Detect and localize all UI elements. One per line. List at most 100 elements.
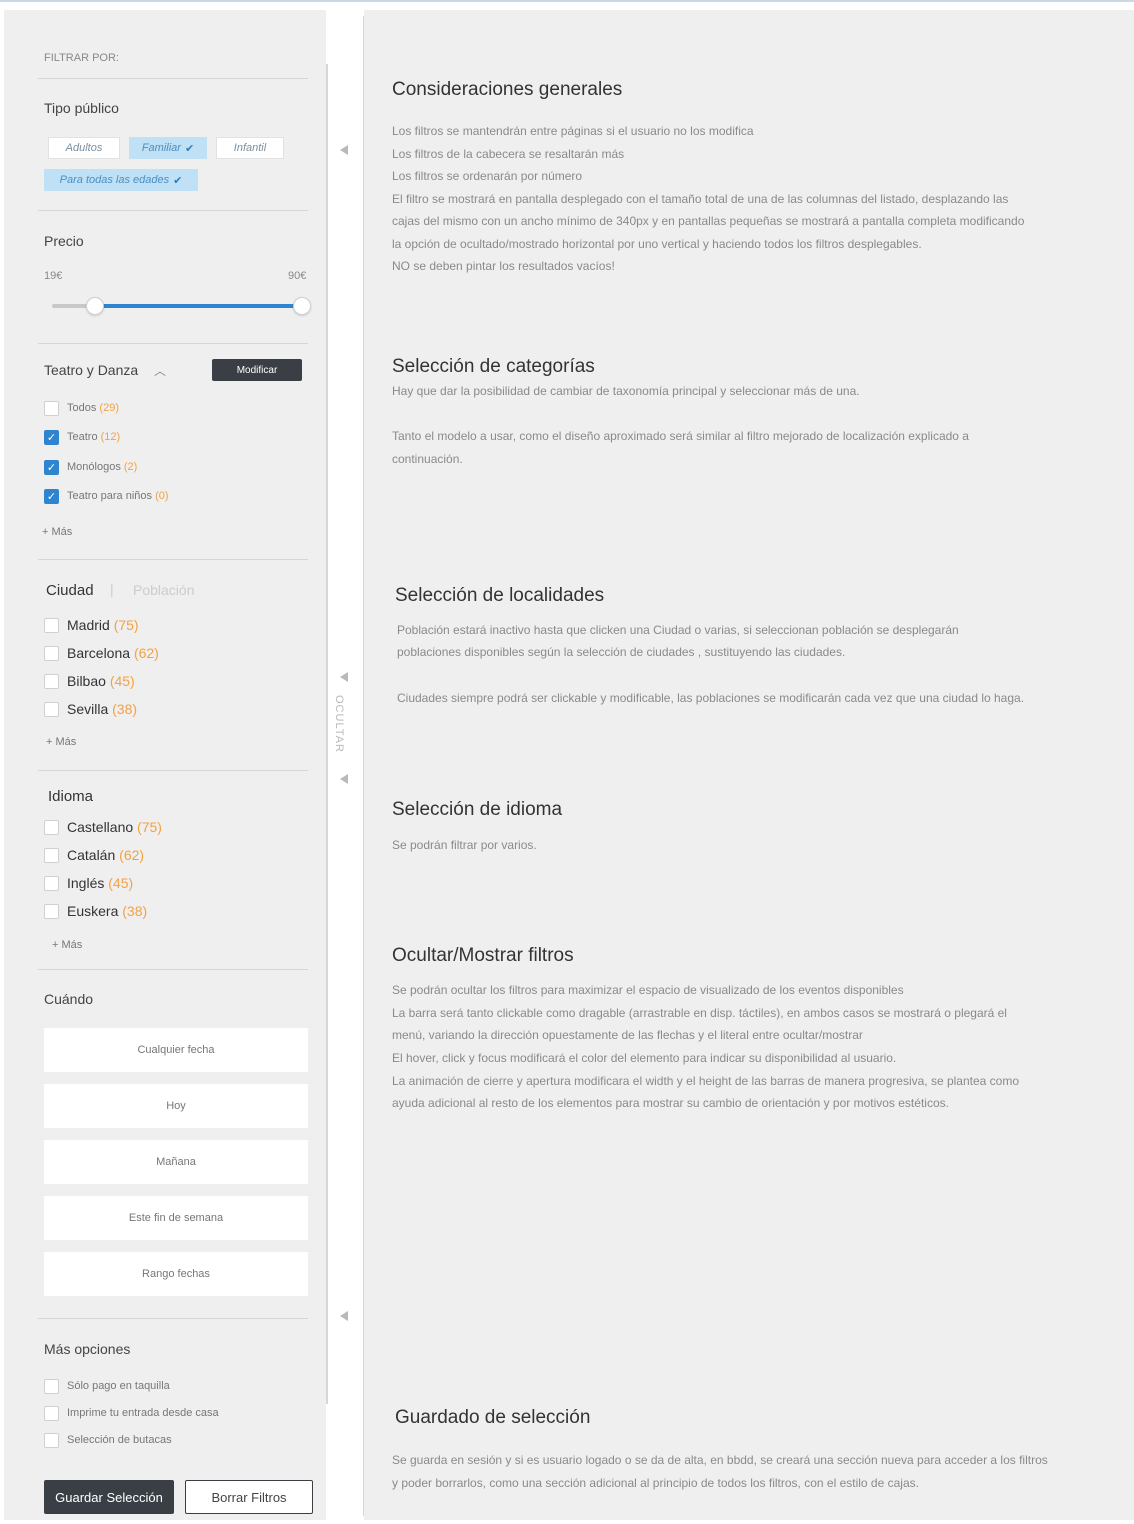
date-option-weekend[interactable]: Este fin de semana <box>44 1196 308 1240</box>
arrow-left-icon[interactable] <box>340 672 348 682</box>
clear-filters-button[interactable]: Borrar Filtros <box>185 1480 313 1514</box>
divider <box>38 770 308 771</box>
section-text: El filtro se mostrará en pantalla desple… <box>392 192 1009 206</box>
language-item-castellano: Castellano (75) <box>67 819 162 835</box>
category-title: Teatro y Danza <box>44 362 139 378</box>
arrow-left-icon[interactable] <box>340 1311 348 1321</box>
section-text: Se guarda en sesión y si es usuario loga… <box>392 1453 1048 1467</box>
section-text: y poder borrarlos, como una sección adic… <box>392 1476 919 1490</box>
section-text: Los filtros se mantendrán entre páginas … <box>392 124 754 138</box>
section-title: Selección de idioma <box>392 799 563 820</box>
tab-separator: | <box>110 581 114 597</box>
section-text: la opción de ocultado/mostrado horizonta… <box>392 237 922 251</box>
checkbox-sevilla[interactable] <box>44 702 59 717</box>
more-options-title: Más opciones <box>44 1341 131 1357</box>
category-item-monologos: Monólogos (2) <box>67 461 138 473</box>
checkbox-euskera[interactable] <box>44 904 59 919</box>
section-text: Población estará inactivo hasta que clic… <box>397 623 959 637</box>
tab-poblacion[interactable]: Población <box>133 582 195 598</box>
when-title: Cuándo <box>44 991 94 1007</box>
modify-category-button[interactable]: Modificar <box>212 359 302 381</box>
page: FILTRAR POR: Tipo público Adultos Famili… <box>0 0 1134 1524</box>
section-text: Ciudades siempre podrá ser clickable y m… <box>397 691 1025 705</box>
language-item-ingles: Inglés (45) <box>67 875 134 891</box>
chevron-up-icon[interactable]: ︿ <box>154 362 166 379</box>
date-option-today[interactable]: Hoy <box>44 1084 308 1128</box>
audience-title: Tipo público <box>44 100 119 116</box>
city-item-sevilla: Sevilla (38) <box>67 701 138 717</box>
checkbox-barcelona[interactable] <box>44 646 59 661</box>
price-max-label: 90€ <box>288 270 307 282</box>
section-text: La barra será tanto clickable como draga… <box>392 1006 1007 1020</box>
price-min-handle[interactable] <box>85 297 104 315</box>
arrow-left-icon[interactable] <box>340 774 348 784</box>
checkbox-madrid[interactable] <box>44 618 59 633</box>
checkbox-seleccion-butacas[interactable] <box>44 1433 59 1448</box>
checkbox-pago-taquilla[interactable] <box>44 1379 59 1394</box>
section-title: Selección de localidades <box>395 585 605 606</box>
divider <box>38 343 308 344</box>
checkbox-todos[interactable] <box>44 401 59 416</box>
section-text: Hay que dar la posibilidad de cambiar de… <box>392 384 860 398</box>
section-text: El hover, click y focus modificará el co… <box>392 1051 897 1065</box>
option-seleccion-butacas: Selección de butacas <box>67 1434 172 1446</box>
chip-familiar[interactable]: Familiar ✔ <box>129 137 207 159</box>
checkbox-teatro[interactable]: ✓ <box>44 430 59 445</box>
language-title: Idioma <box>48 788 94 805</box>
section-text: cajas del mismo con un ancho mínimo de 3… <box>392 214 1025 228</box>
save-selection-button[interactable]: Guardar Selección <box>44 1480 174 1514</box>
hide-bar[interactable] <box>326 64 328 1404</box>
city-item-madrid: Madrid (75) <box>67 617 139 633</box>
option-pago-taquilla: Sólo pago en taquilla <box>67 1380 170 1392</box>
checkbox-monologos[interactable]: ✓ <box>44 460 59 475</box>
section-text: NO se deben pintar los resultados vacíos… <box>392 259 615 273</box>
section-text: poblaciones disponibles según la selecci… <box>397 645 846 659</box>
language-item-euskera: Euskera (38) <box>67 903 148 919</box>
date-option-any[interactable]: Cualquier fecha <box>44 1028 308 1072</box>
checkbox-castellano[interactable] <box>44 820 59 835</box>
language-item-catalan: Catalán (62) <box>67 847 145 863</box>
section-title: Guardado de selección <box>395 1407 591 1428</box>
category-item-todos: Todos (29) <box>67 402 119 414</box>
divider <box>38 210 308 211</box>
divider <box>38 1318 308 1319</box>
divider <box>38 969 308 970</box>
hide-label[interactable]: OCULTAR <box>333 695 345 753</box>
section-title: Ocultar/Mostrar filtros <box>392 945 574 966</box>
section-text: continuación. <box>392 452 463 466</box>
section-text: menú, variando la dirección opuestamente… <box>392 1028 863 1042</box>
chip-infantil[interactable]: Infantil <box>216 137 284 159</box>
check-icon: ✔ <box>184 142 195 155</box>
section-text: Los filtros de la cabecera se resaltarán… <box>392 147 625 161</box>
divider <box>38 78 308 79</box>
chip-todas-edades[interactable]: Para todas las edades ✔ <box>44 169 198 191</box>
date-option-range[interactable]: Rango fechas <box>44 1252 308 1296</box>
category-more-link[interactable]: + Más <box>42 526 72 538</box>
section-text: ayuda adicional al resto de los elemento… <box>392 1096 949 1110</box>
checkbox-catalan[interactable] <box>44 848 59 863</box>
checkbox-ingles[interactable] <box>44 876 59 891</box>
checkbox-imprime-entrada[interactable] <box>44 1406 59 1421</box>
price-min-label: 19€ <box>44 270 63 282</box>
section-title: Selección de categorías <box>392 356 595 377</box>
filter-by-label: FILTRAR POR: <box>44 52 119 64</box>
language-more-link[interactable]: + Más <box>52 939 82 951</box>
section-title: Consideraciones generales <box>392 79 623 100</box>
arrow-left-icon[interactable] <box>340 145 348 155</box>
category-item-teatro-ninos: Teatro para niños (0) <box>67 490 169 502</box>
chip-adultos[interactable]: Adultos <box>48 137 120 159</box>
checkbox-teatro-ninos[interactable]: ✓ <box>44 489 59 504</box>
city-more-link[interactable]: + Más <box>46 736 76 748</box>
section-text: Se podrán filtrar por varios. <box>392 838 537 852</box>
price-max-handle[interactable] <box>293 297 311 315</box>
option-imprime-entrada: Imprime tu entrada desde casa <box>67 1407 219 1419</box>
checkbox-bilbao[interactable] <box>44 674 59 689</box>
date-option-tomorrow[interactable]: Mañana <box>44 1140 308 1184</box>
divider <box>38 559 308 560</box>
city-item-bilbao: Bilbao (45) <box>67 673 135 689</box>
tab-ciudad[interactable]: Ciudad <box>46 582 94 599</box>
category-item-teatro: Teatro (12) <box>67 431 121 443</box>
section-text: Los filtros se ordenarán por número <box>392 169 583 183</box>
city-item-barcelona: Barcelona (62) <box>67 645 159 661</box>
section-text: Tanto el modelo a usar, como el diseño a… <box>392 429 969 443</box>
